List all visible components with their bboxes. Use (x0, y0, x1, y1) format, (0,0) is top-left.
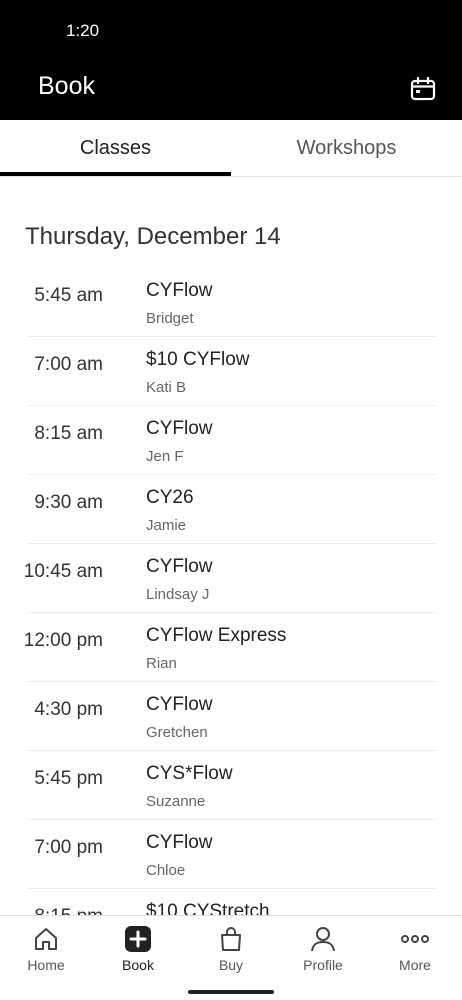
more-dots-icon (401, 935, 429, 943)
tab-workshops[interactable]: Workshops (231, 120, 462, 177)
tab-classes-label: Classes (79, 137, 152, 159)
nav-home[interactable]: Home (0, 924, 92, 984)
nav-book[interactable]: Book (92, 924, 184, 984)
app-bar: Book (0, 60, 462, 120)
class-instructor: Bridget (146, 310, 194, 327)
tab-workshops-label: Workshops (296, 137, 397, 159)
nav-profile[interactable]: Profile (277, 924, 369, 984)
class-row[interactable]: 7:00 am $10 CYFlow Kati B (0, 337, 462, 406)
class-instructor: Jamie (146, 517, 187, 534)
nav-more-label: More (399, 957, 431, 973)
calendar-button[interactable] (404, 70, 442, 108)
shopping-bag-icon (221, 927, 241, 951)
class-row[interactable]: 10:45 am CYFlow Lindsay J (0, 544, 462, 613)
page-title: Book (38, 72, 95, 100)
class-time: 8:15 pm (34, 906, 103, 915)
home-icon (35, 928, 57, 950)
class-list: 5:45 am CYFlow Bridget 7:00 am $10 CYFlo… (0, 268, 462, 915)
class-name: CYFlow Express (146, 625, 287, 646)
tab-indicator (0, 172, 231, 176)
class-instructor: Suzanne (146, 793, 206, 810)
class-name: $10 CYStretch (146, 901, 270, 915)
class-name: CYFlow (146, 418, 213, 439)
class-row[interactable]: 4:30 pm CYFlow Gretchen (0, 682, 462, 751)
class-instructor: Rian (146, 655, 177, 672)
class-instructor: Lindsay J (146, 586, 210, 603)
class-name: CYFlow (146, 694, 213, 715)
status-time: 1:20 (66, 21, 100, 40)
nav-buy[interactable]: Buy (185, 924, 277, 984)
class-name: $10 CYFlow (146, 349, 250, 370)
person-icon (311, 927, 335, 952)
calendar-icon (410, 76, 436, 101)
nav-home-label: Home (27, 957, 65, 973)
status-bar: 1:20 (0, 0, 462, 60)
book-plus-icon (125, 926, 151, 952)
class-time: 7:00 pm (34, 837, 103, 858)
class-row[interactable]: 12:00 pm CYFlow Express Rian (0, 613, 462, 682)
tab-bar: Classes Workshops (0, 120, 462, 177)
class-name: CYS*Flow (146, 763, 233, 784)
nav-book-label: Book (122, 957, 154, 973)
class-row[interactable]: 5:45 am CYFlow Bridget (0, 268, 462, 337)
class-row[interactable]: 8:15 pm $10 CYStretch (0, 889, 462, 915)
class-name: CYFlow (146, 556, 213, 577)
class-row[interactable]: 5:45 pm CYS*Flow Suzanne (0, 751, 462, 820)
class-time: 9:30 am (34, 492, 103, 513)
nav-more[interactable]: More (369, 924, 461, 984)
nav-profile-label: Profile (303, 957, 343, 973)
nav-buy-label: Buy (218, 957, 244, 973)
class-time: 12:00 pm (23, 630, 103, 651)
class-row[interactable]: 8:15 am CYFlow Jen F (0, 406, 462, 475)
class-instructor: Gretchen (146, 724, 208, 741)
class-time: 5:45 pm (34, 768, 103, 789)
class-instructor: Chloe (146, 862, 186, 879)
class-row[interactable]: 9:30 am CY26 Jamie (0, 475, 462, 544)
class-name: CYFlow (146, 832, 213, 853)
class-time: 7:00 am (34, 354, 103, 375)
class-row[interactable]: 7:00 pm CYFlow Chloe (0, 820, 462, 889)
class-time: 5:45 am (34, 285, 103, 306)
tab-classes[interactable]: Classes (0, 120, 231, 177)
class-instructor: Jen F (146, 448, 184, 465)
bottom-nav: Home Book Buy Profile More (0, 915, 462, 1000)
class-time: 8:15 am (34, 423, 103, 444)
class-time: 10:45 am (23, 561, 103, 582)
home-indicator (188, 990, 274, 994)
class-instructor: Kati B (146, 379, 187, 396)
class-name: CY26 (146, 487, 194, 508)
class-name: CYFlow (146, 280, 213, 301)
date-header: Thursday, December 14 (25, 223, 281, 250)
class-time: 4:30 pm (34, 699, 103, 720)
